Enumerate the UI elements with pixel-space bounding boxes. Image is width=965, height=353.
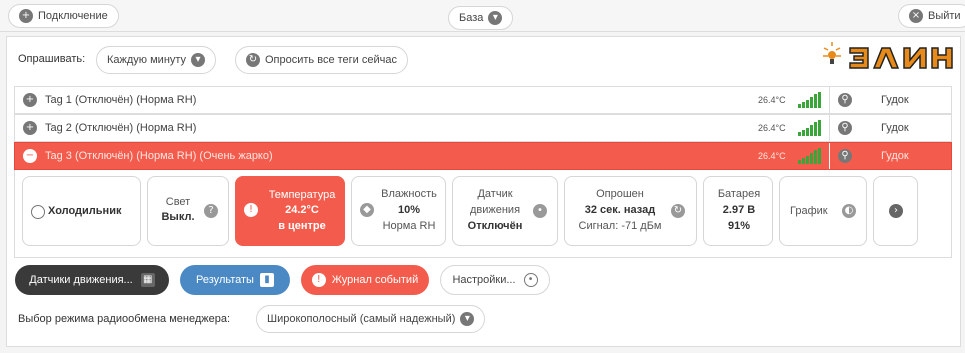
bar-chart-icon: ▮ xyxy=(259,273,274,287)
results-label: Результаты xyxy=(196,274,254,286)
gear-icon: • xyxy=(523,273,538,287)
polled-title: Опрошен xyxy=(596,188,644,200)
poll-interval-value: Каждую минуту xyxy=(107,54,187,66)
tag-name: Tag 2 (Отключён) (Норма RH) xyxy=(45,122,197,134)
connect-button[interactable]: + Подключение xyxy=(8,4,119,28)
temperature-sub: в центре xyxy=(278,220,326,232)
settings-icon: • xyxy=(533,204,547,218)
poll-now-button[interactable]: ↻ Опросить все теги сейчас xyxy=(235,46,408,74)
card-motion[interactable]: Датчик движения Отключён • xyxy=(452,176,558,246)
top-bar: + Подключение База ▾ × Выйти xyxy=(0,0,965,32)
card-light[interactable]: Свет Выкл. ? xyxy=(147,176,229,246)
battery-title: Батарея xyxy=(717,188,761,200)
motion-title-1: Датчик xyxy=(477,188,513,200)
fridge-label: Холодильник xyxy=(48,205,122,217)
tag-name: Tag 3 (Отключён) (Норма RH) (Очень жарко… xyxy=(45,150,273,162)
tag-row-1[interactable]: + Tag 1 (Отключён) (Норма RH) 26.4°C ⚲ Г… xyxy=(14,86,952,114)
search-icon[interactable]: ⚲ xyxy=(838,121,852,135)
card-polled[interactable]: Опрошен 32 сек. назад Сигнал: -71 дБм ↻ xyxy=(564,176,697,246)
exit-label: Выйти xyxy=(928,10,961,22)
poll-interval-select[interactable]: Каждую минуту ▾ xyxy=(96,46,217,74)
card-humidity[interactable]: ◆ Влажность 10% Норма RH xyxy=(351,176,446,246)
base-select[interactable]: База ▾ xyxy=(448,6,514,30)
humidity-sub: Норма RH xyxy=(382,220,436,232)
divider xyxy=(829,87,830,113)
beep-link[interactable]: Гудок xyxy=(881,122,909,134)
radio-mode-label: Выбор режима радиообмена менеджера: xyxy=(18,313,231,325)
grid-icon: ▦ xyxy=(140,273,155,287)
battery-value: 2.97 В xyxy=(722,204,756,216)
chevron-right-icon: › xyxy=(889,204,903,218)
graph-icon: ◐ xyxy=(842,204,856,218)
humidity-value: 10% xyxy=(397,204,421,216)
poll-label: Опрашивать: xyxy=(18,53,86,65)
card-graph[interactable]: График ◐ xyxy=(779,176,867,246)
base-label: База xyxy=(459,12,484,24)
close-icon: × xyxy=(909,9,923,23)
plus-icon: + xyxy=(19,9,33,23)
light-value: Выкл. xyxy=(161,211,195,223)
signal-strength-icon xyxy=(798,148,821,164)
signal-strength-icon xyxy=(798,92,821,108)
poll-now-label: Опросить все теги сейчас xyxy=(265,54,397,66)
divider xyxy=(829,143,830,169)
chevron-down-icon: ▾ xyxy=(191,53,206,67)
collapse-icon[interactable]: − xyxy=(23,149,37,163)
search-icon[interactable]: ⚲ xyxy=(838,149,852,163)
tag-row-2[interactable]: + Tag 2 (Отключён) (Норма RH) 26.4°C ⚲ Г… xyxy=(14,114,952,142)
signal-strength-icon xyxy=(798,120,821,136)
tag-name: Tag 1 (Отключён) (Норма RH) xyxy=(45,94,197,106)
signal-text: Сигнал: -71 дБм xyxy=(578,220,662,232)
tag-temperature: 26.4°C xyxy=(758,123,786,133)
beep-link[interactable]: Гудок xyxy=(881,94,909,106)
thermometer-icon: ! xyxy=(244,203,258,217)
refresh-icon: ↻ xyxy=(246,53,260,67)
radio-icon xyxy=(31,205,45,219)
event-log-button[interactable]: ! Журнал событий xyxy=(301,265,429,295)
refresh-icon: ↻ xyxy=(671,204,685,218)
motion-sensors-button[interactable]: Датчики движения... ▦ xyxy=(15,265,169,295)
polled-value: 32 сек. назад xyxy=(584,204,656,216)
connect-label: Подключение xyxy=(38,10,108,22)
radio-mode-select[interactable]: Широкополосный (самый надежный) ▾ xyxy=(256,305,486,333)
results-button[interactable]: Результаты ▮ xyxy=(180,265,290,295)
event-log-label: Журнал событий xyxy=(331,274,419,286)
beep-link[interactable]: Гудок xyxy=(881,150,909,162)
light-title: Свет xyxy=(165,196,191,208)
card-fridge[interactable]: Холодильник xyxy=(22,176,141,246)
temperature-title: Температура xyxy=(268,189,336,201)
card-next[interactable]: › xyxy=(873,176,918,246)
temperature-value: 24.2°C xyxy=(285,204,319,216)
expand-icon[interactable]: + xyxy=(23,121,37,135)
chevron-down-icon: ▾ xyxy=(488,11,503,25)
settings-button[interactable]: Настройки... • xyxy=(440,265,550,295)
battery-percent: 91% xyxy=(727,220,751,232)
chevron-down-icon: ▾ xyxy=(460,312,475,326)
tag-temperature: 26.4°C xyxy=(758,95,786,105)
droplet-icon: ◆ xyxy=(360,203,374,217)
motion-value: Отключён xyxy=(467,220,523,232)
help-icon: ? xyxy=(204,204,218,218)
tag-row-3[interactable]: − Tag 3 (Отключён) (Норма RH) (Очень жар… xyxy=(14,142,952,170)
humidity-title: Влажность xyxy=(381,188,437,200)
card-battery[interactable]: Батарея 2.97 В 91% xyxy=(703,176,773,246)
motion-sensors-label: Датчики движения... xyxy=(29,274,133,286)
graph-label: График xyxy=(790,205,828,217)
settings-label: Настройки... xyxy=(452,274,516,286)
card-temperature[interactable]: ! Температура 24.2°C в центре xyxy=(235,176,345,246)
expand-icon[interactable]: + xyxy=(23,93,37,107)
divider xyxy=(829,115,830,141)
elin-logo xyxy=(823,42,953,69)
exit-button[interactable]: × Выйти xyxy=(898,4,965,28)
motion-title-2: движения xyxy=(469,204,521,216)
tag-temperature: 26.4°C xyxy=(758,151,786,161)
search-icon[interactable]: ⚲ xyxy=(838,93,852,107)
warning-icon: ! xyxy=(311,273,326,287)
radio-mode-value: Широкополосный (самый надежный) xyxy=(267,313,456,325)
